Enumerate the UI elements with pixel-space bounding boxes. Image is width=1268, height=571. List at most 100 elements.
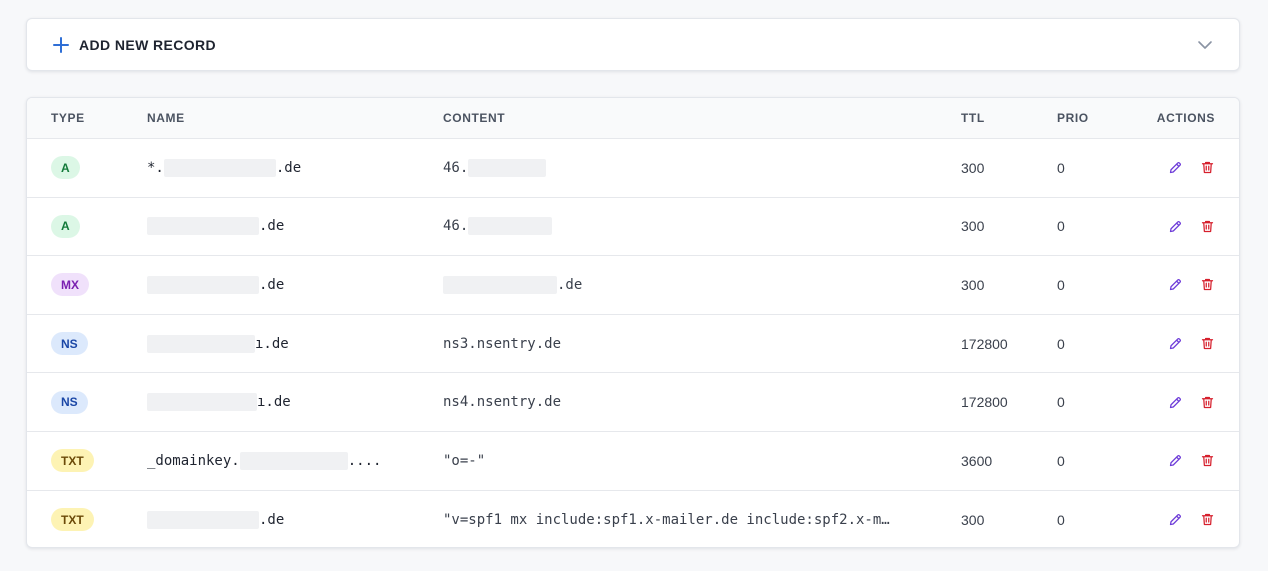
type-cell: MX <box>51 256 89 314</box>
pencil-icon[interactable] <box>1167 512 1183 528</box>
redacted-text <box>147 275 259 294</box>
record-name-suffix: .... <box>347 452 382 469</box>
table-body: A *. .de 46. 300 0 A .de 46. 300 0 MX .de .de 300 0 NS ı.… <box>27 139 1239 547</box>
record-name-suffix: .de <box>259 511 285 528</box>
record-name: .de <box>147 256 284 314</box>
redacted-text <box>239 451 348 470</box>
pencil-icon[interactable] <box>1167 277 1183 293</box>
redacted-text <box>163 158 276 177</box>
record-prio: 0 <box>1057 276 1065 293</box>
column-header-name: NAME <box>147 111 185 125</box>
plus-icon <box>53 36 69 53</box>
record-name-suffix: .de <box>275 159 302 176</box>
pencil-icon[interactable] <box>1167 218 1183 234</box>
record-name: .de <box>147 198 284 256</box>
redacted-text <box>147 510 259 529</box>
trash-icon[interactable] <box>1199 160 1215 176</box>
pencil-icon[interactable] <box>1167 394 1183 410</box>
table-row: A .de 46. 300 0 <box>27 198 1239 257</box>
record-name-suffix: .de <box>259 276 285 293</box>
redacted-text <box>468 158 547 177</box>
record-type-badge: TXT <box>51 449 94 473</box>
record-ttl: 172800 <box>961 394 1008 411</box>
chevron-down-icon[interactable] <box>1197 37 1213 53</box>
record-name-prefix: *. <box>147 159 164 176</box>
record-prio: 0 <box>1057 159 1065 176</box>
record-type-badge: A <box>51 214 80 238</box>
record-name-suffix: ı.de <box>255 335 289 352</box>
record-type-badge: MX <box>51 273 89 297</box>
record-content: ns4.nsentry.de <box>443 373 561 431</box>
record-content-prefix: ns4.nsentry.de <box>443 394 562 411</box>
record-name-suffix: ı.de <box>257 394 291 411</box>
table-row: NS ı.de ns3.nsentry.de 172800 0 <box>27 315 1239 374</box>
add-new-record-toggle[interactable]: ADD NEW RECORD <box>26 18 1240 71</box>
redacted-text <box>147 393 257 412</box>
redacted-text <box>147 217 259 236</box>
table-row: TXT .de "v=spf1 mx include:spf1.x-mailer.d… <box>27 491 1239 547</box>
pencil-icon[interactable] <box>1167 160 1183 176</box>
add-new-record-label: ADD NEW RECORD <box>79 36 217 53</box>
record-ttl: 300 <box>961 276 985 293</box>
record-actions <box>1167 256 1215 314</box>
record-content-prefix: 46. <box>443 218 469 235</box>
record-prio: 0 <box>1057 394 1065 411</box>
type-cell: NS <box>51 373 88 431</box>
table-header: TYPE NAME CONTENT TTL PRIO ACTIONS <box>27 98 1239 139</box>
record-content: "v=spf1 mx include:spf1.x-mailer.de incl… <box>443 491 890 547</box>
trash-icon[interactable] <box>1199 394 1215 410</box>
type-cell: NS <box>51 315 88 373</box>
record-actions <box>1167 139 1215 197</box>
column-header-actions: ACTIONS <box>1156 111 1215 125</box>
type-cell: A <box>51 198 80 256</box>
trash-icon[interactable] <box>1199 512 1215 528</box>
record-ttl: 300 <box>961 511 985 528</box>
trash-icon[interactable] <box>1199 277 1215 293</box>
type-cell: A <box>51 139 80 197</box>
record-actions <box>1167 432 1215 490</box>
record-name: .de <box>147 491 285 547</box>
trash-icon[interactable] <box>1199 453 1215 469</box>
record-content: "o=-" <box>443 432 485 490</box>
record-content: ns3.nsentry.de <box>443 315 561 373</box>
record-name: ı.de <box>147 373 291 431</box>
table-row: TXT _domainkey..... "o=-" 3600 0 <box>27 432 1239 491</box>
record-content-prefix: "v=spf1 mx include:spf1.x-mailer.de incl… <box>443 511 890 528</box>
record-name-prefix: _domainkey. <box>147 452 240 469</box>
record-prio: 0 <box>1057 335 1065 352</box>
record-ttl: 300 <box>961 218 985 235</box>
record-name: ı.de <box>147 315 289 373</box>
record-content-prefix: 46. <box>443 159 469 176</box>
pencil-icon[interactable] <box>1167 336 1183 352</box>
record-name-suffix: .de <box>259 218 285 235</box>
pencil-icon[interactable] <box>1167 453 1183 469</box>
record-actions <box>1167 491 1215 547</box>
dns-records-table: TYPE NAME CONTENT TTL PRIO ACTIONS A *. .d… <box>26 97 1240 548</box>
record-type-badge: NS <box>51 390 88 414</box>
record-content-prefix: "o=-" <box>443 452 486 469</box>
record-content: 46. <box>443 198 553 256</box>
redacted-text <box>443 275 557 294</box>
record-content-suffix: .de <box>557 276 583 293</box>
trash-icon[interactable] <box>1199 336 1215 352</box>
record-ttl: 300 <box>961 159 985 176</box>
column-header-type: TYPE <box>51 111 85 125</box>
record-ttl: 172800 <box>961 335 1008 352</box>
record-content-prefix: ns3.nsentry.de <box>443 335 562 352</box>
record-actions <box>1167 315 1215 373</box>
record-actions <box>1167 373 1215 431</box>
trash-icon[interactable] <box>1199 218 1215 234</box>
column-header-prio: PRIO <box>1057 111 1089 125</box>
record-type-badge: TXT <box>51 508 94 532</box>
table-row: A *. .de 46. 300 0 <box>27 139 1239 198</box>
record-prio: 0 <box>1057 218 1065 235</box>
record-actions <box>1167 198 1215 256</box>
record-content: 46. <box>443 139 547 197</box>
record-prio: 0 <box>1057 452 1065 469</box>
column-header-ttl: TTL <box>961 111 985 125</box>
redacted-text <box>147 334 255 353</box>
record-ttl: 3600 <box>961 452 993 469</box>
record-name: _domainkey..... <box>147 432 381 490</box>
table-row: NS ı.de ns4.nsentry.de 172800 0 <box>27 373 1239 432</box>
redacted-text <box>468 217 553 236</box>
